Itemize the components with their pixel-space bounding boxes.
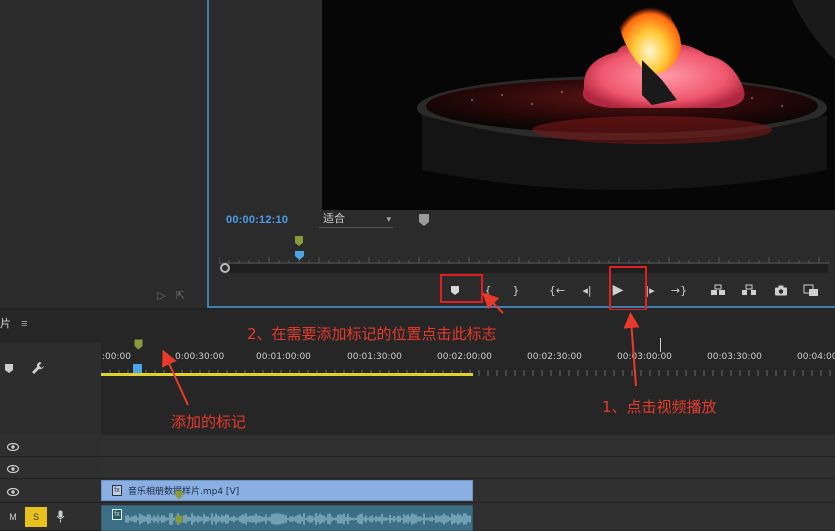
ruler-tick-label: 00:02:30:00: [527, 352, 582, 362]
solo-track-button[interactable]: S: [25, 507, 47, 527]
eye-icon[interactable]: [7, 443, 19, 451]
audio-waveform: [125, 513, 471, 525]
track-v3: [0, 435, 835, 457]
playback-resolution-marker-icon[interactable]: [418, 213, 430, 227]
ruler-tick-label: 00:03:00:00: [617, 352, 672, 362]
go-to-out-button[interactable]: →}: [670, 282, 688, 298]
highlight-add-marker: [440, 274, 483, 303]
video-clip-name: 音乐相册数据样片.mp4 [V]: [128, 487, 240, 497]
ruler-tick-label: 0:00:30:00: [175, 352, 225, 362]
clip-marker-icon[interactable]: [175, 490, 183, 500]
go-to-in-button[interactable]: {←: [548, 282, 566, 298]
wrench-icon[interactable]: [31, 361, 45, 375]
annotation-added-marker: 添加的标记: [171, 413, 247, 431]
insert-icon[interactable]: ⇱: [176, 289, 185, 302]
monitor-scroll-handle[interactable]: [220, 263, 230, 273]
ruler-tick-label: 00:03:30:00: [707, 352, 762, 362]
monitor-time-ruler[interactable]: [219, 256, 829, 264]
export-frame-button[interactable]: [772, 282, 790, 298]
annotation-step-1: 1、点击视频播放: [602, 398, 717, 416]
mute-track-button[interactable]: M: [2, 507, 24, 527]
fit-select-value: 适合: [323, 213, 345, 225]
timeline-playhead-icon[interactable]: [133, 364, 142, 373]
audio-clip[interactable]: fx: [101, 505, 473, 531]
clip-marker-icon[interactable]: [175, 515, 183, 525]
chevron-down-icon: ▾: [386, 214, 391, 224]
work-area-bar[interactable]: [101, 373, 473, 376]
sequence-marker-icon[interactable]: [134, 339, 143, 350]
timeline-ruler[interactable]: [101, 343, 835, 383]
highlight-play: [609, 266, 647, 311]
project-panel: ▷ ⇱: [0, 0, 207, 308]
ruler-tick-label: 00:01:00:00: [256, 352, 311, 362]
ruler-tick-label: 00:02:00:00: [437, 352, 492, 362]
ruler-tick-label: :00:00: [102, 352, 131, 362]
lift-button[interactable]: [709, 282, 727, 298]
eye-icon[interactable]: [7, 488, 19, 496]
fx-badge: fx: [112, 485, 122, 496]
eye-icon[interactable]: [7, 465, 19, 473]
step-back-button[interactable]: ◂|: [578, 282, 596, 298]
annotation-step-2: 2、在需要添加标记的位置点击此标志: [247, 325, 497, 343]
video-preview: [322, 0, 835, 210]
candle-flame-image: [322, 0, 835, 210]
mark-out-button[interactable]: }: [507, 282, 525, 298]
monitor-scrollbar[interactable]: [228, 264, 828, 273]
add-marker-icon[interactable]: [4, 363, 14, 374]
timeline-header: 片 ≡: [0, 315, 27, 331]
ruler-tick-label: 00:01:30:00: [347, 352, 402, 362]
ruler-tick-label: 00:04:00: [797, 352, 835, 362]
microphone-icon[interactable]: [56, 510, 65, 523]
compare-view-button[interactable]: [802, 282, 820, 298]
track-v2-body[interactable]: [101, 457, 835, 479]
overwrite-icon[interactable]: ▷: [157, 289, 165, 302]
track-v2: [0, 457, 835, 479]
video-clip[interactable]: fx 音乐相册数据样片.mp4 [V]: [101, 480, 473, 501]
zoom-fit-select[interactable]: 适合 ▾: [319, 212, 393, 228]
playhead-timecode[interactable]: 00:00:12:10: [226, 214, 288, 226]
panel-menu-icon[interactable]: ≡: [21, 318, 27, 330]
extract-button[interactable]: [740, 282, 758, 298]
panel-mini-icons: ▷ ⇱: [157, 289, 185, 302]
cursor-line: [660, 338, 661, 352]
marker-icon[interactable]: [294, 235, 304, 247]
track-v3-body[interactable]: [101, 435, 835, 457]
sequence-tab-label[interactable]: 片: [0, 318, 11, 330]
